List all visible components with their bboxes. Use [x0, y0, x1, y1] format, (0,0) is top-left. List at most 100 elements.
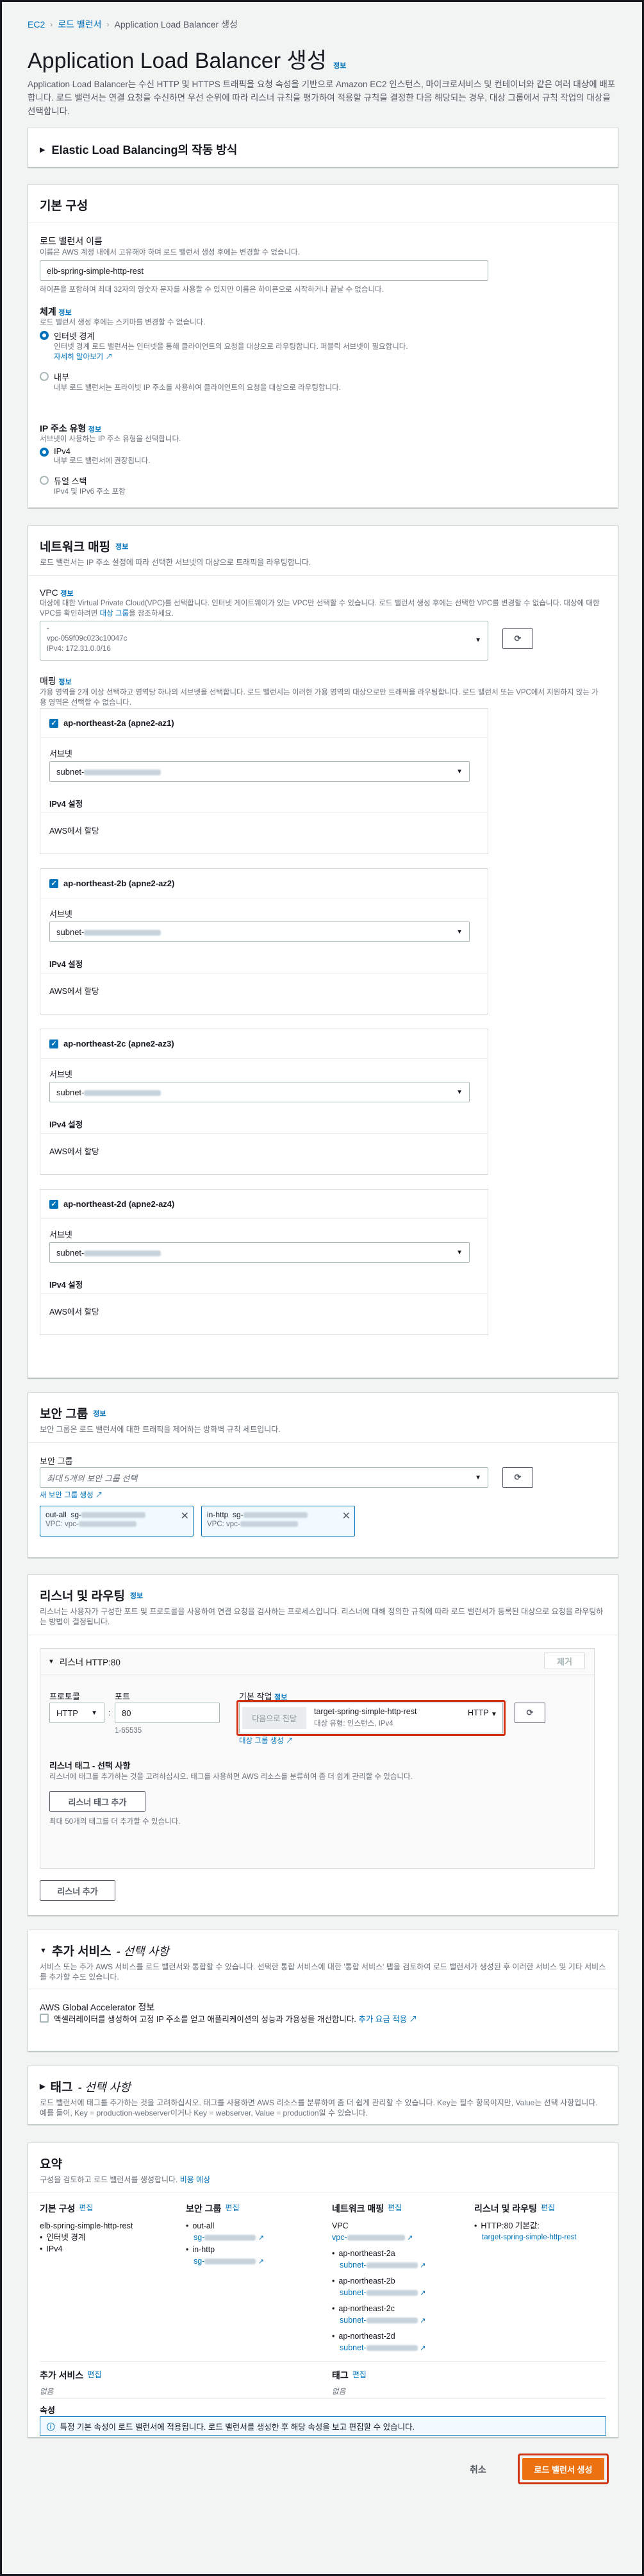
edit-link[interactable]: 편집	[541, 2202, 555, 2215]
security-groups-panel: 보안 그룹 정보 보안 그룹은 로드 밸런서에 대한 트래픽을 제어하는 방화벽 …	[28, 1392, 618, 1558]
ga-checkbox[interactable]	[40, 2014, 49, 2023]
vpc-info-link[interactable]: 정보	[60, 590, 73, 598]
how-it-works-panel[interactable]: ▶ Elastic Load Balancing의 작동 방식	[28, 128, 618, 167]
divider	[28, 1442, 618, 1443]
summary-title: 요약	[40, 2158, 62, 2171]
sg-refresh-button[interactable]: ⟳	[502, 1467, 533, 1488]
network-mapping-panel: 네트워크 매핑 정보 로드 밸런서는 IP 주소 설정에 따라 선택한 서브넷의 …	[28, 525, 618, 1378]
edit-link[interactable]: 편집	[87, 2369, 101, 2382]
summary-subnet[interactable]: subnet- ↗	[332, 2287, 466, 2299]
subnet-label: 서브넷	[49, 749, 72, 759]
learn-more-link[interactable]: 자세히 알아보기 ↗	[54, 352, 408, 362]
vpc-select[interactable]: - vpc-059f09c023c10047c IPv4: 172.31.0.0…	[40, 621, 488, 661]
page-info-link[interactable]: 정보	[333, 60, 346, 71]
summary-sg-id[interactable]: sg- ↗	[186, 2232, 314, 2244]
summary-subnet[interactable]: subnet- ↗	[332, 2342, 466, 2354]
breadcrumb-ec2[interactable]: EC2	[28, 19, 45, 29]
caret-down-icon: ▼	[91, 1709, 97, 1717]
listeners-title: 리스너 및 라우팅	[40, 1590, 125, 1603]
lb-name-label: 로드 밸런서 이름	[40, 236, 103, 246]
scheme-info-link[interactable]: 정보	[58, 309, 71, 317]
port-input[interactable]: 80	[115, 1703, 220, 1723]
external-link-icon: ↗	[409, 2015, 418, 2024]
divider	[40, 1293, 488, 1294]
tags-desc: 로드 밸런서에 태그를 추가하는 것을 고려하십시오. 태그를 사용하면 AWS…	[40, 2098, 598, 2117]
caret-down-icon[interactable]: ▼	[40, 1947, 47, 1955]
protocol-select[interactable]: HTTP ▼	[49, 1703, 104, 1723]
summary-subnet[interactable]: subnet- ↗	[332, 2259, 466, 2271]
breadcrumb-current: Application Load Balancer 생성	[114, 19, 238, 29]
aws-assign-text: AWS에서 할당	[49, 1147, 99, 1156]
lb-name-desc: 이름은 AWS 계정 내에서 고유해야 하며 로드 밸런서 생성 후에는 변경할…	[40, 249, 300, 257]
caret-down-icon[interactable]: ▼	[48, 1658, 54, 1665]
edit-link[interactable]: 편집	[225, 2202, 239, 2215]
listeners-panel: 리스너 및 라우팅 정보 리스너는 사용자가 구성한 포트 및 프로토콜을 사용하…	[28, 1574, 618, 1915]
network-info-link[interactable]: 정보	[115, 541, 128, 551]
subnet-select[interactable]: subnet- ▼	[49, 1082, 470, 1102]
tags-title: 태그	[50, 2081, 73, 2094]
zone-checkbox[interactable]: ✓	[49, 879, 58, 888]
lb-name-input[interactable]: elb-spring-simple-http-rest	[40, 260, 488, 281]
ipv4-setting-label: IPv4 설정	[49, 960, 83, 969]
ga-charges-link[interactable]: 추가 요금 적용	[358, 2015, 407, 2024]
zone-checkbox[interactable]: ✓	[49, 1039, 58, 1048]
summary-desc: 구성을 검토하고 로드 밸런서를 생성합니다.	[40, 2175, 178, 2184]
info-icon: ⓘ	[47, 2422, 55, 2432]
edit-link[interactable]: 편집	[79, 2202, 93, 2215]
close-icon[interactable]: ✕	[342, 1510, 351, 1522]
ip-ipv4-radio[interactable]: IPv4 내부 로드 밸런서에 권장됩니다.	[40, 446, 150, 466]
subnet-select[interactable]: subnet- ▼	[49, 922, 470, 942]
internal-label: 내부	[54, 373, 69, 382]
security-info-link[interactable]: 정보	[93, 1408, 106, 1418]
summary-target-group[interactable]: target-spring-simple-http-rest	[474, 2232, 609, 2243]
summary-sg-id[interactable]: sg- ↗	[186, 2255, 314, 2268]
refresh-icon: ⟳	[514, 1472, 522, 1482]
mapping-info-link[interactable]: 정보	[58, 678, 71, 686]
close-icon[interactable]: ✕	[181, 1510, 189, 1522]
subnet-select[interactable]: subnet- ▼	[49, 761, 470, 782]
breadcrumb-load-balancers[interactable]: 로드 밸런서	[58, 18, 101, 31]
sg-chip-id: sg-	[233, 1510, 244, 1519]
ip-type-info-link[interactable]: 정보	[88, 426, 101, 434]
radio-unselected[interactable]	[40, 476, 49, 485]
ip-type-desc: 서브넷이 사용하는 IP 주소 유형을 선택합니다.	[40, 435, 181, 443]
subnet-value: subnet-	[56, 766, 85, 777]
summary-subnet[interactable]: subnet- ↗	[332, 2314, 466, 2327]
add-listener-button[interactable]: 리스너 추가	[40, 1880, 115, 1901]
sg-select[interactable]: 최대 5개의 보안 그룹 선택 ▼	[40, 1467, 488, 1488]
create-load-balancer-button[interactable]: 로드 밸런서 생성	[522, 2458, 604, 2480]
estimate-cost-link[interactable]: 비용 예상	[180, 2175, 211, 2184]
summary-zone: ap-northeast-2d	[332, 2330, 466, 2342]
zone-checkbox[interactable]: ✓	[49, 1199, 58, 1209]
cancel-button[interactable]: 취소	[470, 2463, 486, 2476]
zone-name: ap-northeast-2d (apne2-az4)	[63, 1199, 175, 1209]
aws-assign-text: AWS에서 할당	[49, 987, 99, 996]
radio-selected[interactable]	[40, 448, 49, 457]
listeners-info-link[interactable]: 정보	[130, 1590, 143, 1601]
radio-unselected[interactable]	[40, 372, 49, 381]
radio-selected[interactable]	[40, 331, 49, 340]
summary-vpc-id[interactable]: vpc- ↗	[332, 2232, 466, 2244]
caret-down-icon: ▼	[456, 1249, 463, 1256]
ipv4-setting-label: IPv4 설정	[49, 1120, 83, 1129]
scheme-internet-radio[interactable]: 인터넷 경계 인터넷 경계 로드 밸런서는 인터넷을 통해 클라이언트의 요청을…	[40, 330, 514, 362]
zone-checkbox[interactable]: ✓	[49, 718, 58, 728]
mapping-label: 매핑	[40, 676, 56, 686]
add-listener-tag-button[interactable]: 리스너 태그 추가	[49, 1791, 145, 1812]
edit-link[interactable]: 편집	[388, 2202, 402, 2215]
subnet-select[interactable]: subnet- ▼	[49, 1242, 470, 1263]
listener-tags-label: 리스너 태그 - 선택 사항	[49, 1761, 131, 1771]
tg-refresh-button[interactable]: ⟳	[515, 1703, 545, 1723]
scheme-internal-radio[interactable]: 내부 내부 로드 밸런서는 프라이빗 IP 주소를 사용하여 클라이언트의 요청…	[40, 371, 514, 393]
chevron-right-icon: ›	[50, 20, 53, 29]
ip-dualstack-radio[interactable]: 듀얼 스택 IPv4 및 IPv6 주소 포함	[40, 475, 126, 497]
remove-listener-button[interactable]: 제거	[544, 1653, 585, 1669]
summary-sg-item: in-http	[186, 2244, 314, 2255]
edit-link[interactable]: 편집	[352, 2369, 367, 2382]
security-title: 보안 그룹	[40, 1408, 88, 1421]
vpc-refresh-button[interactable]: ⟳	[502, 628, 533, 649]
caret-right-icon[interactable]: ▶	[40, 2082, 45, 2091]
create-target-group-link[interactable]: 대상 그룹 생성 ↗	[239, 1736, 293, 1746]
subnet-value: subnet-	[56, 1247, 85, 1258]
sg-new-link[interactable]: 새 보안 그룹 생성 ↗	[40, 1490, 103, 1501]
